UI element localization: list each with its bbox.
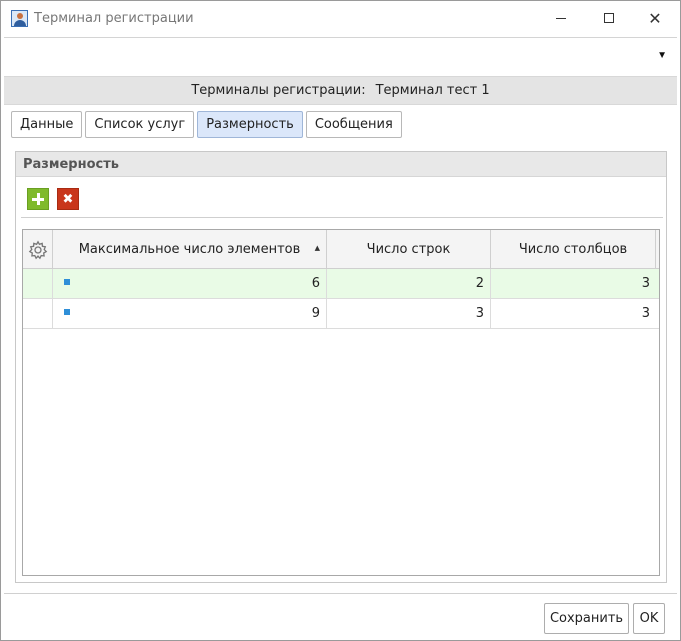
table-row[interactable]: 6 2 3 [23, 269, 659, 299]
cell-rows[interactable]: 3 [327, 299, 491, 328]
maximize-icon [604, 13, 614, 23]
dialog-window: Терминал регистрации ✕ ▼ Терминалы регис… [0, 0, 681, 641]
column-header-columns[interactable]: Число столбцов [491, 230, 656, 269]
tab-services[interactable]: Список услуг [85, 111, 195, 138]
tab-messages[interactable]: Сообщения [305, 111, 402, 138]
ok-button[interactable]: OK [633, 603, 665, 634]
row-handle[interactable] [23, 269, 53, 298]
context-header-label: Терминалы регистрации: [191, 83, 366, 98]
toolbar-strip: ▼ [4, 37, 677, 75]
cell-max-elements-value: 9 [311, 306, 320, 321]
row-handle[interactable] [23, 299, 53, 328]
window-title: Терминал регистрации [34, 11, 194, 26]
maximize-button[interactable] [586, 1, 632, 35]
sort-ascending-icon: ▲ [314, 244, 320, 252]
delete-row-button[interactable]: ✖ [57, 188, 79, 210]
save-button[interactable]: Сохранить [544, 603, 629, 634]
tab-data[interactable]: Данные [11, 111, 83, 138]
cell-rows[interactable]: 2 [327, 269, 491, 298]
cell-max-elements[interactable]: 9 [53, 299, 327, 328]
user-icon [11, 10, 28, 27]
dimensions-grid: Максимальное число элементов ▲ Число стр… [22, 229, 660, 576]
row-marker-icon [64, 309, 70, 315]
footer-divider [4, 593, 677, 594]
context-header-value: Терминал тест 1 [375, 83, 490, 98]
cell-columns[interactable]: 3 [491, 299, 656, 328]
title-bar: Терминал регистрации ✕ [1, 1, 680, 37]
panel-title: Размерность [16, 152, 666, 177]
grid-header: Максимальное число элементов ▲ Число стр… [23, 230, 659, 269]
cell-columns[interactable]: 3 [491, 269, 656, 298]
x-icon: ✖ [62, 191, 74, 207]
close-icon: ✕ [648, 8, 662, 28]
minimize-icon [556, 17, 566, 19]
cell-max-elements-value: 6 [311, 276, 320, 291]
cell-max-elements[interactable]: 6 [53, 269, 327, 298]
tab-dimensions[interactable]: Размерность [197, 111, 303, 138]
tab-bar: Данные Список услуг Размерность Сообщени… [11, 111, 402, 138]
row-marker-icon [64, 279, 70, 285]
gear-icon [28, 239, 47, 259]
column-header-rows[interactable]: Число строк [327, 230, 491, 269]
close-button[interactable]: ✕ [632, 1, 678, 35]
column-header-max-elements[interactable]: Максимальное число элементов ▲ [53, 230, 327, 269]
column-header-max-elements-label: Максимальное число элементов [78, 242, 301, 257]
grid-settings-button[interactable] [23, 230, 53, 269]
table-row[interactable]: 9 3 3 [23, 299, 659, 329]
dropdown-arrow-icon[interactable]: ▼ [657, 50, 667, 61]
context-header: Терминалы регистрации: Терминал тест 1 [4, 76, 677, 105]
add-row-button[interactable] [27, 188, 49, 210]
divider [21, 217, 663, 218]
minimize-button[interactable] [538, 1, 584, 35]
dimensions-panel: Размерность ✖ Максимальное число элемент… [15, 151, 667, 583]
plus-icon [32, 193, 44, 205]
